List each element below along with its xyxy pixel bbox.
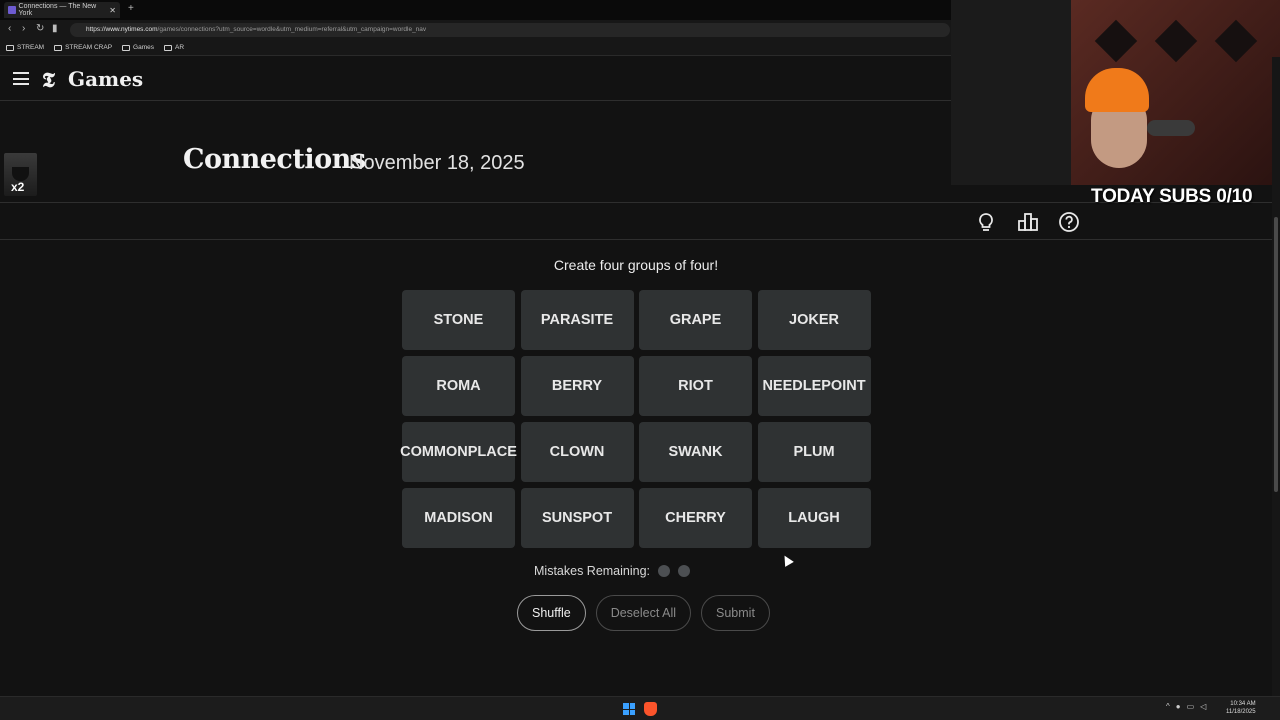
deselect-all-button[interactable]: Deselect All — [595, 595, 692, 631]
word-tile[interactable]: COMMONPLACE — [400, 422, 517, 482]
page-scrollbar[interactable] — [1272, 57, 1280, 696]
system-tray[interactable]: ^ ● ▭ ◁ — [1166, 702, 1206, 711]
url-input[interactable]: https://www.nytimes.com/games/connection… — [70, 23, 950, 37]
os-taskbar: ^ ● ▭ ◁ 10:34 AM 11/18/2025 — [0, 696, 1280, 720]
folder-icon — [164, 44, 172, 51]
tab-close-icon[interactable]: ✕ — [109, 6, 116, 15]
taskbar-clock[interactable]: 10:34 AM 11/18/2025 — [1226, 700, 1256, 716]
bookmark-label: Games — [133, 44, 154, 51]
brave-browser-icon[interactable] — [644, 702, 657, 716]
shuffle-button[interactable]: Shuffle — [517, 595, 586, 631]
tab-title: Connections — The New York — [18, 3, 97, 17]
url-path: /games/connections?utm_source=wordle&utm… — [157, 26, 427, 33]
volume-icon[interactable]: ◁ — [1200, 702, 1206, 711]
help-question-icon[interactable] — [1058, 211, 1080, 233]
mouse-cursor-icon — [780, 553, 794, 567]
clock-time: 10:34 AM — [1230, 701, 1256, 707]
windows-start-icon[interactable] — [623, 703, 635, 715]
mistakes-remaining: Mistakes Remaining: — [534, 564, 691, 578]
word-tile[interactable]: NEEDLEPOINT — [757, 356, 871, 416]
mistakes-label: Mistakes Remaining: — [534, 564, 651, 578]
action-buttons: Shuffle Deselect All Submit — [517, 595, 770, 631]
favicon-icon — [8, 6, 16, 14]
games-logo[interactable]: Games — [68, 67, 143, 91]
word-tile[interactable]: STONE — [402, 290, 515, 350]
folder-icon — [54, 44, 63, 51]
word-tile[interactable]: LAUGH — [757, 488, 871, 548]
bookmark-label: AR — [175, 44, 185, 51]
page-title: Connections — [183, 144, 366, 175]
instructions: Create four groups of four! — [553, 257, 719, 273]
word-tile[interactable]: JOKER — [757, 290, 871, 350]
webcam-overlay — [951, 0, 1280, 185]
word-tile[interactable]: PLUM — [757, 422, 871, 482]
word-tile[interactable]: CLOWN — [520, 422, 634, 482]
bookmark-ar[interactable]: AR — [164, 44, 184, 51]
word-tile[interactable]: RIOT — [639, 356, 752, 416]
bookmark-stream-crap[interactable]: STREAM CRAP — [54, 44, 112, 51]
microphone — [1147, 120, 1195, 136]
streamer-avatar: x2 — [4, 153, 37, 196]
hamburger-menu-icon[interactable] — [13, 72, 29, 85]
game-toolbar — [0, 204, 1280, 240]
scrollbar-thumb[interactable] — [1274, 217, 1278, 492]
reload-icon[interactable]: ↻ — [36, 23, 44, 34]
word-tile[interactable]: SWANK — [639, 422, 752, 482]
submit-button[interactable]: Submit — [701, 595, 770, 631]
word-grid: STONE PARASITE GRAPE JOKER ROMA BERRY RI… — [400, 290, 872, 548]
word-tile[interactable]: GRAPE — [639, 290, 752, 350]
clock-date: 11/18/2025 — [1226, 709, 1256, 715]
tray-chevron-icon[interactable]: ^ — [1166, 702, 1170, 711]
bookmark-label: STREAM — [17, 44, 45, 51]
back-icon[interactable]: ‹ — [8, 23, 11, 34]
browser-tab[interactable]: Connections — The New York ✕ — [4, 2, 120, 18]
nyt-logo-icon[interactable]: 𝕿 — [42, 67, 55, 93]
forward-icon[interactable]: › — [22, 23, 25, 34]
mistake-dot — [658, 565, 671, 577]
subs-counter: TODAY SUBS 0/10 — [1091, 186, 1253, 207]
mic-icon[interactable]: ● — [1176, 702, 1181, 711]
bookmark-icon[interactable]: ▮ — [52, 23, 58, 34]
folder-icon — [6, 44, 14, 51]
network-icon[interactable]: ▭ — [1187, 702, 1195, 711]
word-tile[interactable]: SUNSPOT — [520, 488, 634, 548]
hint-bulb-icon[interactable] — [975, 211, 997, 233]
folder-icon — [122, 44, 131, 51]
mistake-dot — [678, 565, 691, 577]
word-tile[interactable]: CHERRY — [639, 488, 752, 548]
word-tile[interactable]: PARASITE — [520, 290, 634, 350]
new-tab-button[interactable]: + — [128, 3, 134, 14]
puzzle-date: November 18, 2025 — [349, 152, 525, 174]
avatar-badge: x2 — [11, 180, 25, 194]
bookmark-stream[interactable]: STREAM — [6, 44, 44, 51]
word-tile[interactable]: BERRY — [520, 356, 634, 416]
bookmark-games[interactable]: Games — [122, 44, 154, 51]
bookmark-label: STREAM CRAP — [65, 44, 113, 51]
stats-bar-icon[interactable] — [1017, 211, 1039, 233]
word-tile[interactable]: ROMA — [402, 356, 515, 416]
word-tile[interactable]: MADISON — [402, 488, 515, 548]
url-host: https://www.nytimes.com — [86, 26, 158, 33]
